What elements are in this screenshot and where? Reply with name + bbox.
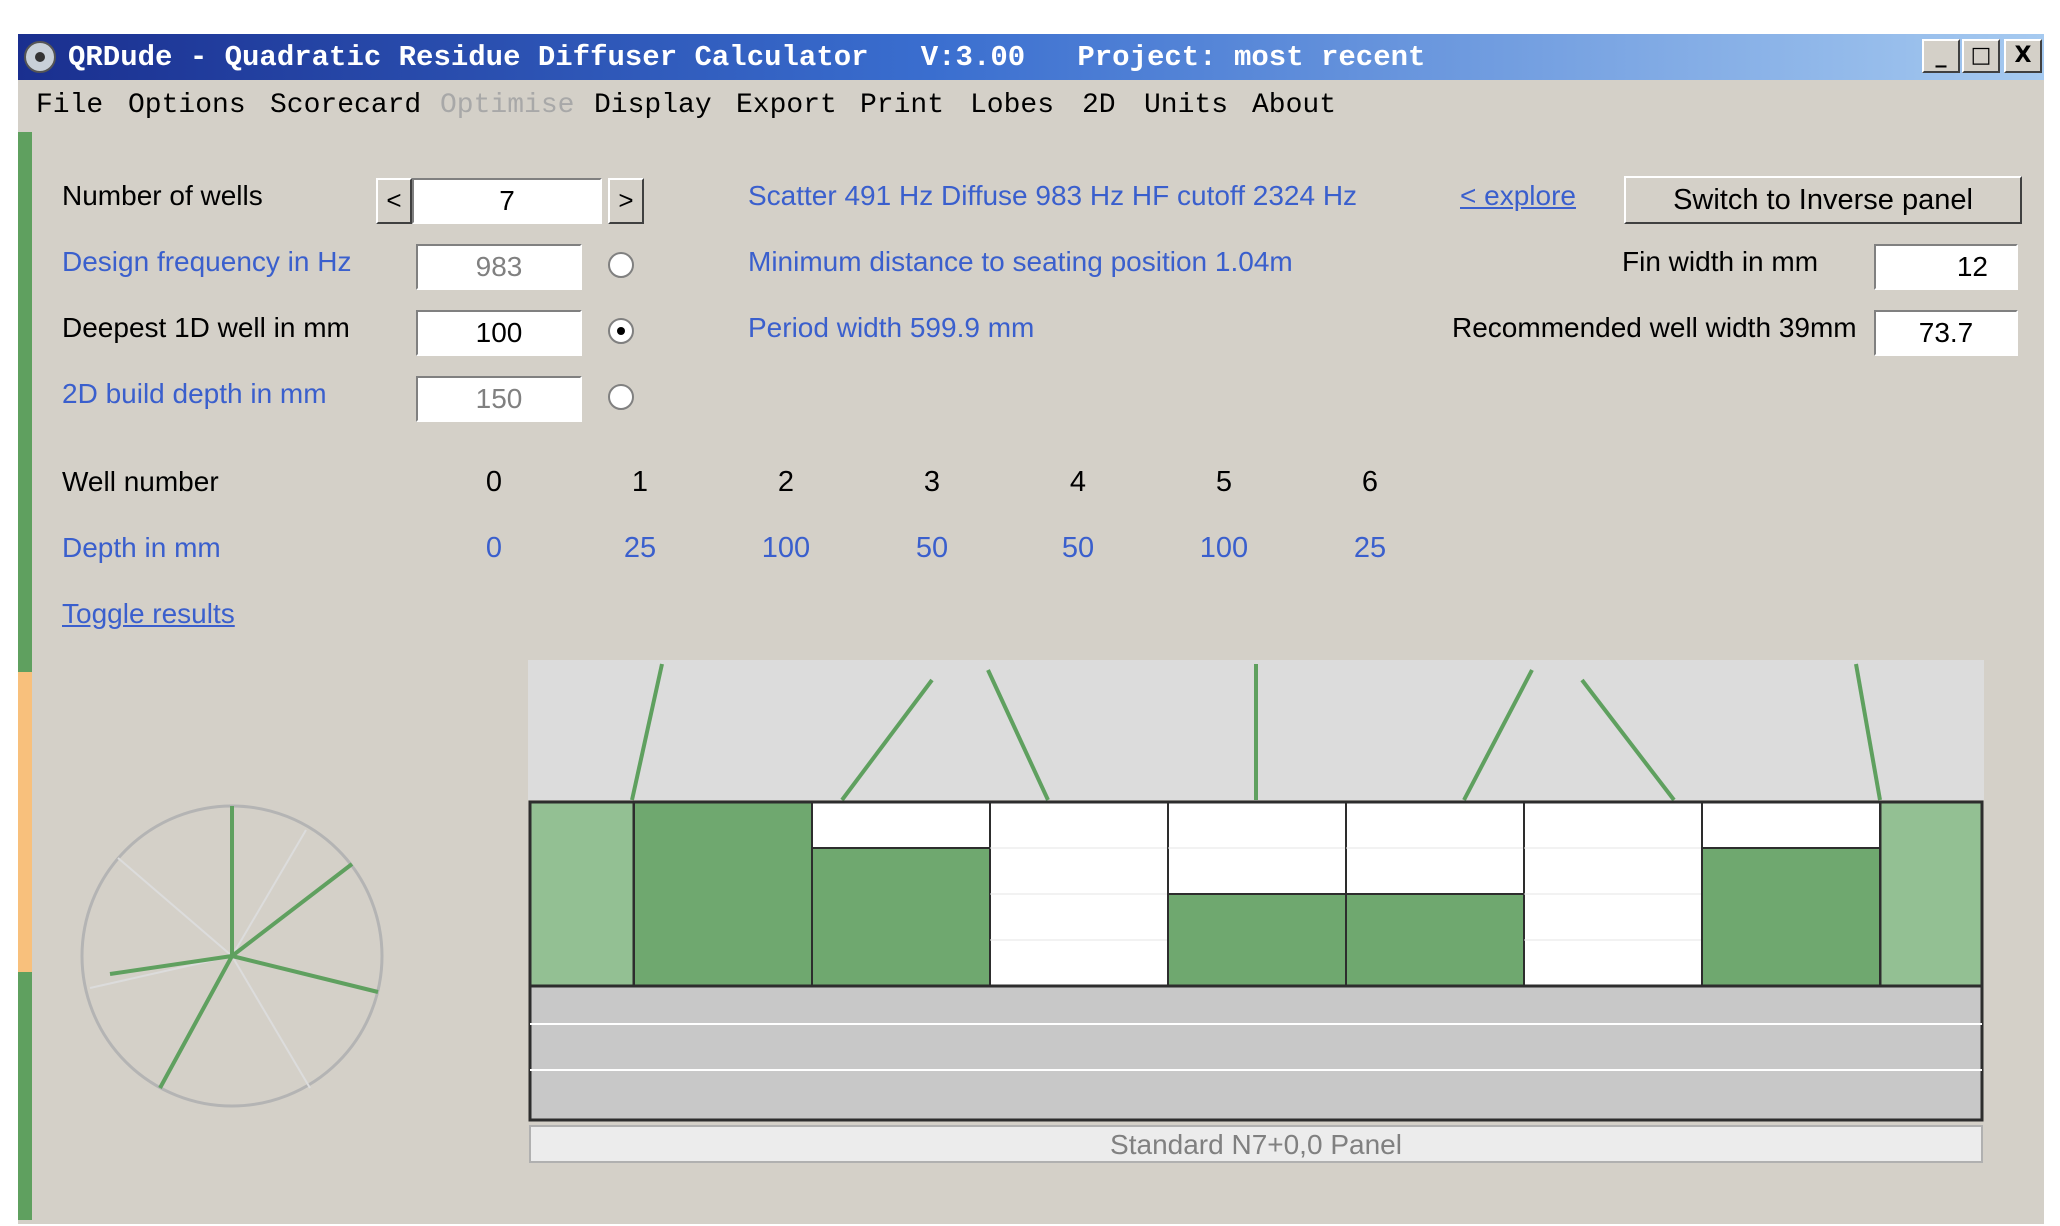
maximize-icon[interactable]: □ [1962,39,2000,73]
well-depth: 50 [915,532,949,564]
panel-end-fin [1878,800,1984,988]
well-number: 3 [923,466,941,498]
well-number-label: Well number [62,466,219,497]
menu-options[interactable]: Options [128,90,246,121]
panel-label: Standard N7+0,0 Panel [1110,1129,1402,1160]
menu-optimise: Optimise [440,90,575,121]
menu-2d[interactable]: 2D [1082,90,1116,121]
min-distance-info: Minimum distance to seating position 1.0… [748,246,1293,277]
period-width-info: Period width 599.9 mm [748,312,1035,343]
well-block [1167,893,1347,987]
well-depth: 100 [1199,532,1249,564]
design-frequency-label: Design frequency in Hz [62,246,352,277]
well-depth: 50 [1061,532,1095,564]
well-number: 5 [1215,466,1233,498]
fin-width-input[interactable]: 12 [1874,244,2018,290]
well-block [633,801,813,987]
menu-scorecard[interactable]: Scorecard [270,90,421,121]
title-bar: QRDude - Quadratic Residue Diffuser Calc… [18,34,2044,80]
panel-end-fin [528,800,636,988]
design-frequency-input[interactable]: 983 [416,244,582,290]
wells-decrement-button[interactable]: < [376,178,412,224]
menu-bar: File Options Scorecard Optimise Display … [18,80,2044,132]
well-number: 4 [1069,466,1087,498]
well-number: 2 [777,466,795,498]
deepest-well-radio[interactable] [608,318,634,344]
design-frequency-radio[interactable] [608,252,634,278]
app-icon [24,41,56,73]
recommended-well-width-input[interactable]: 73.7 [1874,310,2018,356]
well-number: 6 [1361,466,1379,498]
accent-strip-middle [18,672,32,972]
well-number: 0 [485,466,503,498]
polar-plot [80,804,384,1108]
depth-label: Depth in mm [62,532,221,563]
wells-input[interactable]: 7 [412,178,602,224]
diffuser-diagram: Standard N7+0,0 Panel [528,660,1984,1163]
well-depth: 25 [1353,532,1387,564]
well-depth: 0 [485,532,503,564]
build-depth-label: 2D build depth in mm [62,378,327,409]
explore-link[interactable]: < explore [1460,180,1576,212]
deepest-well-label: Deepest 1D well in mm [62,312,350,343]
switch-inverse-panel-button[interactable]: Switch to Inverse panel [1624,176,2022,224]
menu-display[interactable]: Display [594,90,712,121]
well-depth: 100 [761,532,811,564]
menu-print[interactable]: Print [860,90,944,121]
well-block [1345,893,1525,987]
wells-label: Number of wells [62,180,263,211]
well-block [811,847,991,987]
deepest-well-input[interactable]: 100 [416,310,582,356]
panel-base [528,984,1984,1122]
menu-file[interactable]: File [36,90,103,121]
accent-strip-bottom [18,972,32,1220]
fin-width-label: Fin width in mm [1622,246,1819,277]
build-depth-input[interactable]: 150 [416,376,582,422]
well-number: 1 [631,466,649,498]
minimize-icon[interactable]: _ [1922,39,1960,73]
well-depth: 25 [623,532,657,564]
wells-group [528,800,1984,988]
scatter-info: Scatter 491 Hz Diffuse 983 Hz HF cutoff … [748,180,1358,211]
build-depth-radio[interactable] [608,384,634,410]
close-icon[interactable]: X [2004,39,2042,73]
recommended-well-width-label: Recommended well width 39mm [1452,312,1857,343]
menu-units[interactable]: Units [1144,90,1228,121]
toggle-results-link[interactable]: Toggle results [62,598,235,630]
well-block [1701,847,1881,987]
window-title: QRDude - Quadratic Residue Diffuser Calc… [68,41,1426,74]
menu-export[interactable]: Export [736,90,837,121]
menu-about[interactable]: About [1252,90,1336,121]
wells-increment-button[interactable]: > [608,178,644,224]
accent-strip-top [18,132,32,672]
menu-lobes[interactable]: Lobes [970,90,1054,121]
